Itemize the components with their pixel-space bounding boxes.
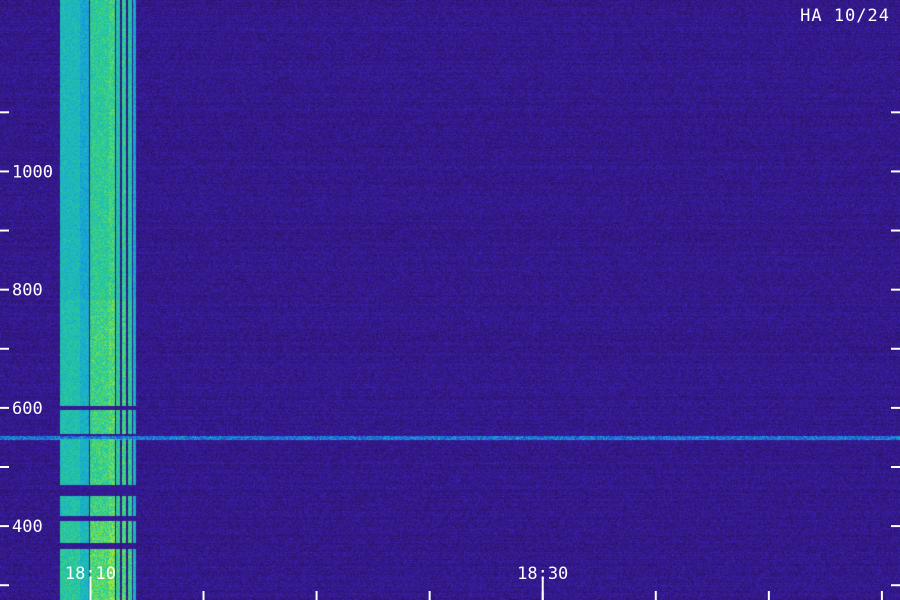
chart-axes: 400600800100018:1018:3018:50 bbox=[0, 111, 900, 600]
y-tick-label: 600 bbox=[12, 399, 43, 419]
x-tick-label: 18:30 bbox=[517, 564, 568, 584]
station-label: HA 10/24 bbox=[800, 6, 890, 26]
y-tick-label: 800 bbox=[12, 281, 43, 301]
y-tick-label: 1000 bbox=[12, 162, 53, 182]
y-tick-label: 400 bbox=[12, 517, 43, 537]
x-tick-label: 18:10 bbox=[65, 564, 116, 584]
